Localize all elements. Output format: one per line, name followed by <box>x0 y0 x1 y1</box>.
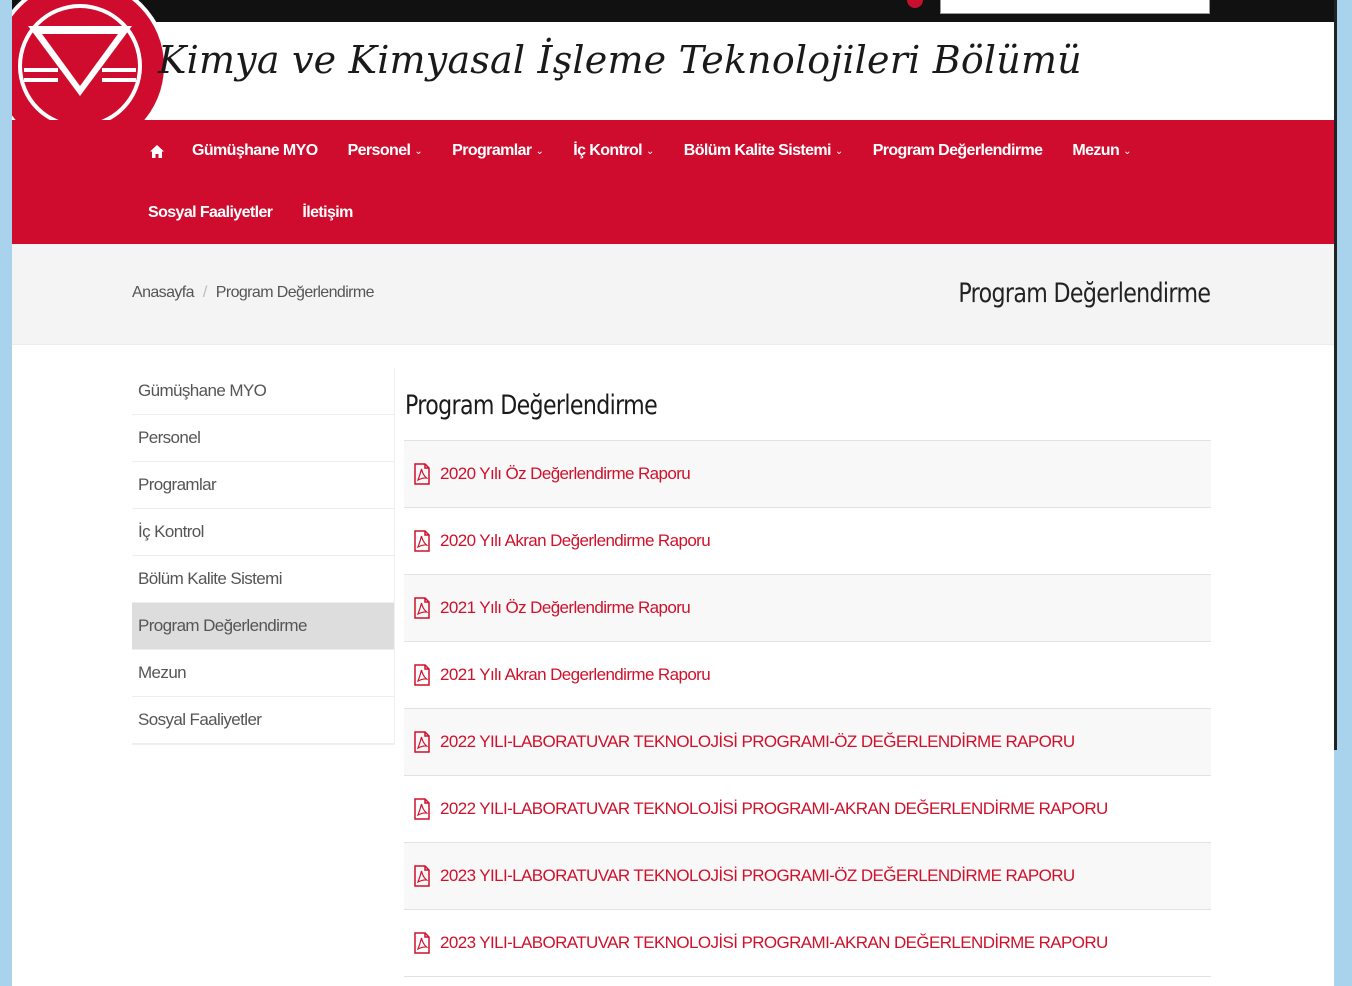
page: 2008 Kimya ve Kimyasal İşleme Teknolojil… <box>12 0 1334 986</box>
nav-item-iletisim[interactable]: İletişim <box>302 204 353 222</box>
sidebar-item-personel[interactable]: Personel <box>132 415 394 462</box>
document-link-label: 2020 Yılı Akran Değerlendirme Raporu <box>440 531 711 550</box>
window-edge <box>1334 0 1337 750</box>
pdf-icon <box>414 597 430 619</box>
sidebar-item-gumushane-myo[interactable]: Gümüşhane MYO <box>132 368 394 415</box>
nav-item-label: İç Kontrol <box>573 142 642 159</box>
pdf-icon <box>414 731 430 753</box>
pdf-icon <box>414 463 430 485</box>
nav-item-label: Program Değerlendirme <box>872 142 1043 159</box>
breadcrumb-separator: / <box>202 284 207 301</box>
breadcrumb-home-link[interactable]: Anasayfa <box>132 284 195 302</box>
pdf-icon <box>414 664 430 686</box>
chevron-down-icon: ⌄ <box>535 145 544 157</box>
chevron-down-icon: ⌄ <box>834 145 843 157</box>
main-content: Program Değerlendirme 2020 Yılı Öz Değer… <box>404 370 1211 977</box>
document-link-label: 2023 YILI-LABORATUVAR TEKNOLOJİSİ PROGRA… <box>440 933 1108 952</box>
nav-row-2: Sosyal Faaliyetler İletişim <box>148 182 383 244</box>
nav-item-bolum-kalite-sistemi[interactable]: Bölüm Kalite Sistemi ⌄ <box>683 142 844 160</box>
document-link-label: 2021 Yılı Akran Degerlendirme Raporu <box>440 665 711 684</box>
document-link[interactable]: 2022 YILI-LABORATUVAR TEKNOLOJİSİ PROGRA… <box>404 776 1211 843</box>
pdf-icon <box>414 798 430 820</box>
nav-item-sosyal-faaliyetler[interactable]: Sosyal Faaliyetler <box>148 204 273 222</box>
sidebar: Gümüşhane MYO Personel Programlar İç Kon… <box>132 368 395 745</box>
document-link-label: 2022 YILI-LABORATUVAR TEKNOLOJİSİ PROGRA… <box>440 732 1075 751</box>
document-link[interactable]: 2022 YILI-LABORATUVAR TEKNOLOJİSİ PROGRA… <box>404 709 1211 776</box>
sidebar-item-sosyal-faaliyetler[interactable]: Sosyal Faaliyetler <box>132 697 394 744</box>
document-link[interactable]: 2023 YILI-LABORATUVAR TEKNOLOJİSİ PROGRA… <box>404 843 1211 910</box>
pdf-icon <box>414 530 430 552</box>
document-link[interactable]: 2021 Yılı Öz Değerlendirme Raporu <box>404 575 1211 642</box>
document-list: 2020 Yılı Öz Değerlendirme Raporu 2020 Y… <box>404 441 1211 977</box>
document-link-label: 2022 YILI-LABORATUVAR TEKNOLOJİSİ PROGRA… <box>440 799 1108 818</box>
search-input[interactable] <box>940 0 1210 14</box>
sidebar-item-ic-kontrol[interactable]: İç Kontrol <box>132 509 394 556</box>
nav-item-personel[interactable]: Personel ⌄ <box>348 142 423 160</box>
nav-item-label: Mezun <box>1072 142 1120 159</box>
chevron-down-icon: ⌄ <box>414 145 423 157</box>
page-title: Program Değerlendirme <box>957 278 1211 309</box>
nav-item-label: Programlar <box>452 142 532 159</box>
page-header-band: Anasayfa / Program Değerlendirme Program… <box>12 244 1334 345</box>
chevron-down-icon: ⌄ <box>645 145 654 157</box>
sidebar-item-mezun[interactable]: Mezun <box>132 650 394 697</box>
breadcrumb: Anasayfa / Program Değerlendirme <box>132 284 375 302</box>
top-bar-indicator-icon <box>907 0 923 8</box>
nav-item-program-degerlendirme[interactable]: Program Değerlendirme <box>873 142 1043 160</box>
nav-row-1: Gümüşhane MYO Personel ⌄ Programlar ⌄ İç K… <box>150 120 1161 182</box>
top-bar <box>12 0 1334 22</box>
content-title-text: Program Değerlendirme <box>405 390 658 421</box>
nav-item-label: Sosyal Faaliyetler <box>148 204 273 221</box>
document-link[interactable]: 2023 YILI-LABORATUVAR TEKNOLOJİSİ PROGRA… <box>404 910 1211 977</box>
nav-item-mezun[interactable]: Mezun ⌄ <box>1072 142 1131 160</box>
nav-item-label: Gümüşhane MYO <box>192 142 318 159</box>
main-nav: Gümüşhane MYO Personel ⌄ Programlar ⌄ İç K… <box>12 120 1334 244</box>
document-link-label: 2020 Yılı Öz Değerlendirme Raporu <box>440 464 691 483</box>
nav-item-programlar[interactable]: Programlar ⌄ <box>452 142 544 160</box>
sidebar-item-bolum-kalite-sistemi[interactable]: Bölüm Kalite Sistemi <box>132 556 394 603</box>
nav-item-label: Personel <box>347 142 411 159</box>
nav-item-label: Bölüm Kalite Sistemi <box>683 142 832 159</box>
nav-item-gumushane-myo[interactable]: Gümüşhane MYO <box>192 142 318 160</box>
document-link-label: 2023 YILI-LABORATUVAR TEKNOLOJİSİ PROGRA… <box>440 866 1075 885</box>
home-icon[interactable] <box>150 144 164 158</box>
document-link[interactable]: 2021 Yılı Akran Degerlendirme Raporu <box>404 642 1211 709</box>
site-title[interactable]: Kimya ve Kimyasal İşleme Teknolojileri B… <box>158 38 1082 82</box>
sidebar-item-program-degerlendirme[interactable]: Program Değerlendirme <box>132 603 394 650</box>
content-title: Program Değerlendirme <box>404 370 1211 441</box>
nav-item-ic-kontrol[interactable]: İç Kontrol ⌄ <box>573 142 654 160</box>
pdf-icon <box>414 932 430 954</box>
pdf-icon <box>414 865 430 887</box>
sidebar-item-programlar[interactable]: Programlar <box>132 462 394 509</box>
document-link[interactable]: 2020 Yılı Öz Değerlendirme Raporu <box>404 441 1211 508</box>
nav-item-label: İletişim <box>302 204 353 221</box>
breadcrumb-current: Program Değerlendirme <box>215 284 375 301</box>
chevron-down-icon: ⌄ <box>1123 145 1131 157</box>
document-link-label: 2021 Yılı Öz Değerlendirme Raporu <box>440 598 691 617</box>
document-link[interactable]: 2020 Yılı Akran Değerlendirme Raporu <box>404 508 1211 575</box>
